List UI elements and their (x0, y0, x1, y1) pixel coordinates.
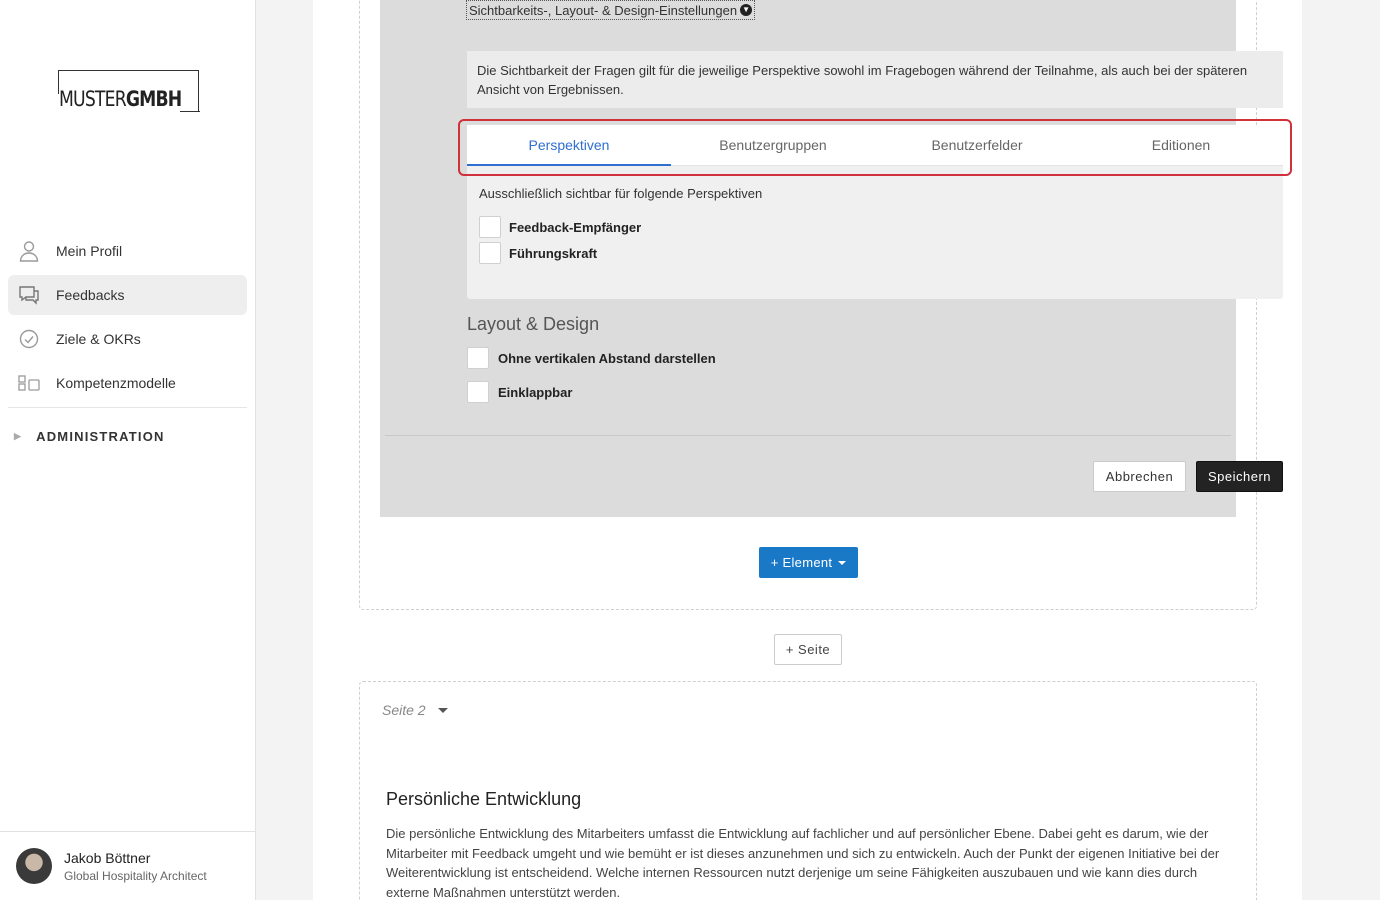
caret-down-icon (437, 707, 448, 713)
check-circle-icon (18, 328, 40, 350)
checkbox-feedback-empfaenger[interactable] (479, 216, 501, 238)
checkbox-fuehrungskraft[interactable] (479, 242, 501, 264)
caret-down-icon (838, 560, 847, 565)
checkbox-label: Führungskraft (509, 245, 598, 261)
sidebar: MUSTERGMBH Mein Profil Feedbacks Ziele &… (0, 0, 256, 900)
main-content: Sichtbarkeits-, Layout- & Design-Einstel… (313, 0, 1302, 900)
checkbox-ohne-vertikalen-abstand[interactable] (467, 347, 489, 369)
layout-option[interactable]: Einklappbar (467, 381, 572, 403)
checkbox-label: Feedback-Empfänger (509, 219, 642, 235)
page-2-container: Seite 2 Persönliche Entwicklung Die pers… (359, 681, 1257, 900)
perspective-option[interactable]: Feedback-Empfänger (479, 216, 641, 238)
section-description: Die persönliche Entwicklung des Mitarbei… (386, 826, 1220, 900)
administration-toggle[interactable]: ▶ ADMINISTRATION (14, 429, 165, 444)
layout-option[interactable]: Ohne vertikalen Abstand darstellen (467, 347, 716, 369)
tabs-highlight-annotation (458, 119, 1292, 176)
panel-divider (385, 435, 1231, 436)
nav-item-label: Feedbacks (56, 287, 125, 303)
cancel-button[interactable]: Abbrechen (1093, 461, 1186, 492)
nav-item-label: Kompetenzmodelle (56, 375, 176, 391)
add-page-button[interactable]: + Seite (774, 634, 842, 665)
layout-design-title: Layout & Design (467, 314, 600, 334)
checkbox-label: Einklappbar (498, 384, 573, 400)
main-nav: Mein Profil Feedbacks Ziele & OKRs Kompe… (8, 231, 247, 407)
user-role: Global Hospitality Architect (64, 869, 207, 883)
triangle-right-icon: ▶ (14, 431, 23, 441)
logo-text-bold: GMBH (125, 87, 182, 111)
administration-label: ADMINISTRATION (36, 429, 165, 444)
blocks-icon (18, 372, 40, 394)
chat-bubbles-icon (18, 284, 40, 306)
checkbox-label: Ohne vertikalen Abstand darstellen (498, 350, 716, 366)
page-2-label: Seite 2 (382, 702, 426, 718)
nav-item-mein-profil[interactable]: Mein Profil (8, 231, 247, 271)
settings-panel: Sichtbarkeits-, Layout- & Design-Einstel… (380, 0, 1292, 517)
page-2-toggle[interactable]: Seite 2 (382, 702, 448, 718)
save-button[interactable]: Speichern (1196, 461, 1283, 492)
nav-item-ziele-okrs[interactable]: Ziele & OKRs (8, 319, 247, 359)
person-icon (18, 240, 40, 262)
add-element-button[interactable]: + Element (759, 547, 858, 578)
add-element-label: + Element (770, 555, 833, 570)
settings-toggle-label: Sichtbarkeits-, Layout- & Design-Einstel… (469, 2, 738, 18)
checkbox-einklappbar[interactable] (467, 381, 489, 403)
visibility-info: Die Sichtbarkeit der Fragen gilt für die… (467, 51, 1283, 108)
logo-text-light: MUSTER (59, 87, 127, 111)
user-name: Jakob Böttner (64, 850, 151, 866)
avatar (16, 848, 52, 884)
nav-item-label: Ziele & OKRs (56, 331, 141, 347)
section-title: Persönliche Entwicklung (386, 789, 582, 809)
perspective-option[interactable]: Führungskraft (479, 242, 597, 264)
settings-toggle[interactable]: Sichtbarkeits-, Layout- & Design-Einstel… (466, 0, 756, 20)
user-profile[interactable]: Jakob Böttner Global Hospitality Archite… (0, 831, 255, 900)
nav-item-feedbacks[interactable]: Feedbacks (8, 275, 247, 315)
chevron-down-icon: ▼ (740, 4, 753, 16)
nav-divider (8, 407, 247, 408)
company-logo[interactable]: MUSTERGMBH (58, 70, 200, 112)
nav-item-kompetenzmodelle[interactable]: Kompetenzmodelle (8, 363, 247, 403)
perspectives-heading: Ausschließlich sichtbar für folgende Per… (479, 186, 763, 201)
nav-item-label: Mein Profil (56, 243, 123, 259)
